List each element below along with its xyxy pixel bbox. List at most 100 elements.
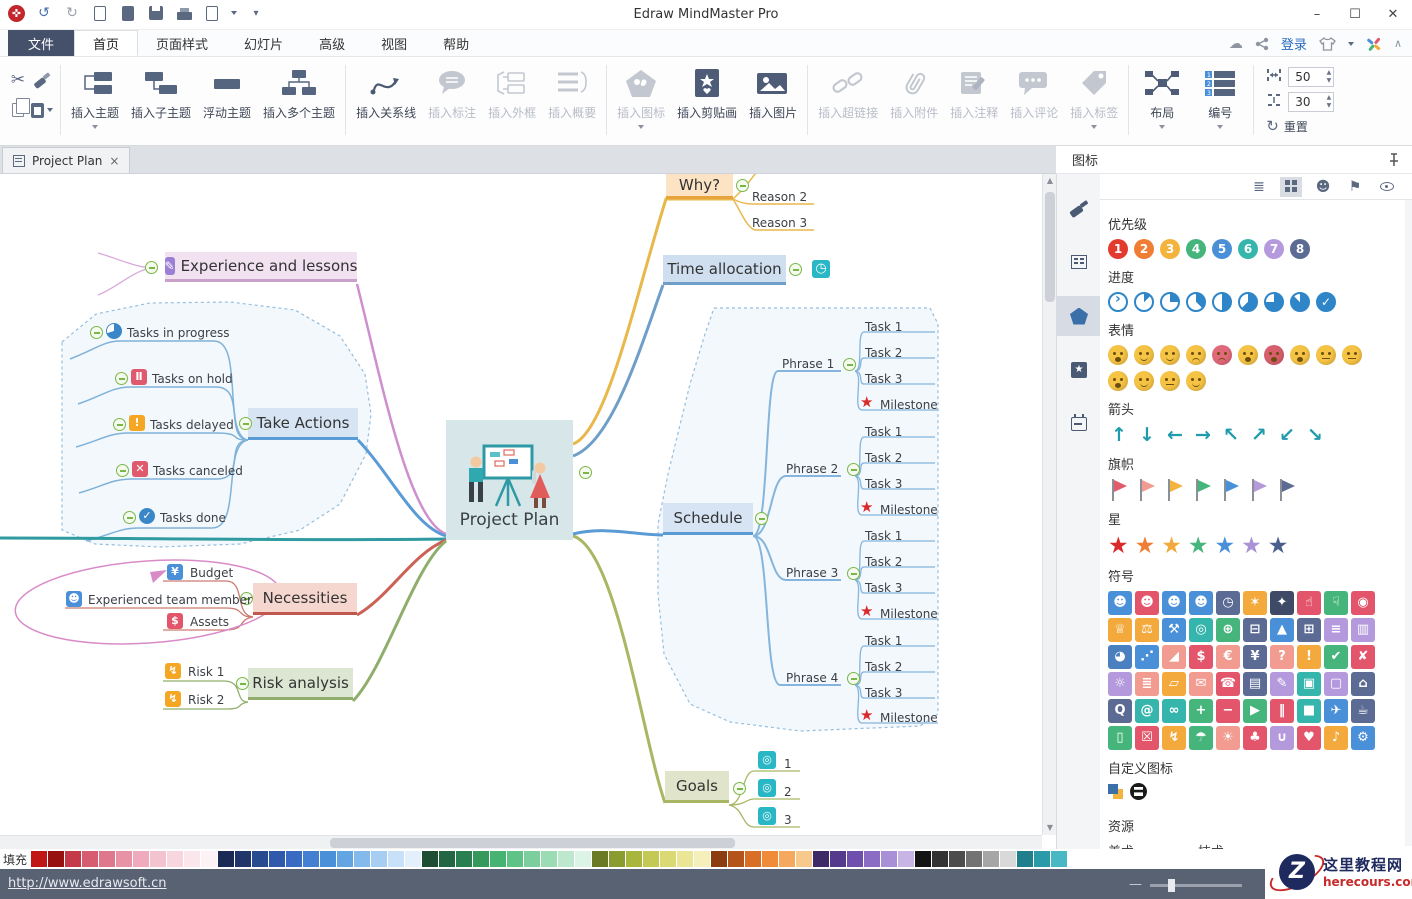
collapse-experience-icon[interactable]: [145, 261, 158, 274]
cloud-icon[interactable]: ☁: [1229, 36, 1243, 52]
fill-swatch[interactable]: [31, 851, 48, 867]
fill-swatch[interactable]: [966, 851, 983, 867]
share-icon[interactable]: [1255, 37, 1269, 51]
collapse-center-icon[interactable]: [579, 466, 592, 479]
fill-swatch[interactable]: [303, 851, 320, 867]
task-label[interactable]: Task 3: [865, 477, 902, 491]
fill-swatch[interactable]: [133, 851, 150, 867]
sun-icon[interactable]: ☀: [1216, 726, 1240, 750]
rain-icon[interactable]: ☂: [1189, 726, 1213, 750]
fill-swatch[interactable]: [371, 851, 388, 867]
icon-panel-button[interactable]: [1057, 296, 1101, 336]
folder-icon[interactable]: ▱: [1162, 672, 1186, 696]
collapse-tasks-canceled-icon[interactable]: [116, 464, 129, 477]
task-label[interactable]: Task 2: [865, 555, 902, 569]
fill-swatch[interactable]: [167, 851, 184, 867]
check-icon[interactable]: ✔: [1324, 645, 1348, 669]
subtopic-phrase2[interactable]: Phrase 2: [786, 462, 838, 476]
fill-swatch[interactable]: [507, 851, 524, 867]
weight-icon[interactable]: ◉: [1351, 591, 1375, 615]
fill-swatch[interactable]: [422, 851, 439, 867]
globe-icon[interactable]: ⊕: [1216, 618, 1240, 642]
phone-icon[interactable]: ☎: [1216, 672, 1240, 696]
insert-tag-dropdown-icon[interactable]: [1091, 125, 1098, 129]
insert-subtopic-button[interactable]: 插入子主题: [125, 61, 197, 143]
tab-help[interactable]: 帮助: [425, 30, 487, 56]
fill-swatch[interactable]: [490, 851, 507, 867]
fill-swatch[interactable]: [728, 851, 745, 867]
team-icon[interactable]: ☻: [1189, 591, 1213, 615]
milestone-label[interactable]: Milestone: [880, 711, 938, 725]
layout-button[interactable]: 布局: [1133, 61, 1191, 143]
subtopic-reason3[interactable]: Reason 3: [752, 216, 807, 230]
outline-panel-button[interactable]: [1057, 242, 1101, 282]
flag-icon[interactable]: [1136, 479, 1158, 501]
arrow-icon[interactable]: ↙: [1276, 424, 1298, 446]
thumb-down-icon[interactable]: ☟: [1324, 591, 1348, 615]
task-label[interactable]: Task 1: [865, 425, 902, 439]
document-tab-project-plan[interactable]: Project Plan ×: [2, 147, 131, 173]
star-icon[interactable]: ★: [1215, 534, 1236, 558]
task-label[interactable]: Task 1: [865, 634, 902, 648]
task-label[interactable]: Task 2: [865, 451, 902, 465]
mail-icon[interactable]: ✉: [1189, 672, 1213, 696]
unlock-icon[interactable]: ▢: [1324, 672, 1348, 696]
subtopic-tasks-delayed[interactable]: Tasks delayed: [150, 418, 234, 432]
fill-swatch[interactable]: [252, 851, 269, 867]
collapse-tasks-delayed-icon[interactable]: [113, 418, 126, 431]
horizontal-spacing-input[interactable]: 50 ▲ ▼: [1288, 67, 1335, 87]
layout-dropdown-icon[interactable]: [1159, 125, 1166, 129]
fill-swatch[interactable]: [405, 851, 422, 867]
numbering-dropdown-icon[interactable]: [1217, 125, 1224, 129]
link-icon[interactable]: ∞: [1162, 699, 1186, 723]
emoji-icon[interactable]: [1342, 345, 1362, 365]
fill-swatch[interactable]: [1051, 851, 1068, 867]
fill-swatch[interactable]: [184, 851, 201, 867]
emoji-icon[interactable]: [1264, 345, 1284, 365]
zoom-out-icon[interactable]: —: [1129, 878, 1142, 891]
fill-swatch[interactable]: [864, 851, 881, 867]
progress-37.5-icon[interactable]: [1186, 292, 1206, 312]
gavel-icon[interactable]: ⚒: [1162, 618, 1186, 642]
arrow-icon[interactable]: ↗: [1248, 424, 1270, 446]
add-tag-icon[interactable]: ⚑: [1344, 177, 1366, 197]
task-label[interactable]: Task 1: [865, 529, 902, 543]
horizontal-scroll-thumb[interactable]: [330, 838, 735, 848]
priority-4-icon[interactable]: 4: [1186, 239, 1206, 259]
pie-chart-icon[interactable]: ◕: [1108, 645, 1132, 669]
subtopic-phrase3[interactable]: Phrase 3: [786, 566, 838, 580]
insert-topic-dropdown-icon[interactable]: [92, 125, 98, 129]
cut-icon[interactable]: ✂: [11, 70, 25, 90]
fill-swatch[interactable]: [320, 851, 337, 867]
subtopic-phrase4[interactable]: Phrase 4: [786, 671, 838, 685]
flag-icon[interactable]: [1220, 479, 1242, 501]
collapse-why-icon[interactable]: [736, 179, 749, 192]
emoji-icon[interactable]: [1160, 345, 1180, 365]
fill-swatch[interactable]: [762, 851, 779, 867]
bomb-icon[interactable]: ✶: [1243, 591, 1267, 615]
subtopic-phrase1[interactable]: Phrase 1: [782, 357, 834, 371]
h-spacing-down-icon[interactable]: ▼: [1327, 77, 1332, 84]
insert-multiple-topics-button[interactable]: 插入多个主题: [257, 61, 341, 143]
arrow-icon[interactable]: ↖: [1220, 424, 1242, 446]
emoji-icon[interactable]: [1108, 345, 1128, 365]
minus-icon[interactable]: −: [1216, 699, 1240, 723]
subtopic-tasks-done[interactable]: Tasks done: [160, 511, 226, 525]
idea-icon[interactable]: ☼: [1108, 672, 1132, 696]
collapse-tasks-on-hold-icon[interactable]: [115, 372, 128, 385]
clock-icon[interactable]: ◷: [812, 260, 830, 278]
fill-swatch[interactable]: [609, 851, 626, 867]
handshake-icon[interactable]: ✦: [1270, 591, 1294, 615]
fill-swatch[interactable]: [983, 851, 1000, 867]
emoji-icon[interactable]: [1134, 371, 1154, 391]
milestone-label[interactable]: Milestone: [880, 503, 938, 517]
add-person-icon[interactable]: ☻: [1312, 177, 1334, 197]
reset-button[interactable]: ↻ 重置: [1266, 117, 1334, 135]
insert-clipart-button[interactable]: 插入剪贴画: [671, 61, 743, 143]
user-outline-icon[interactable]: ☻: [1162, 591, 1186, 615]
exclamation-icon[interactable]: !: [1297, 645, 1321, 669]
fill-swatch[interactable]: [660, 851, 677, 867]
arrow-icon[interactable]: ↑: [1108, 424, 1130, 446]
coffee-icon[interactable]: ☕: [1351, 699, 1375, 723]
insert-hyperlink-button[interactable]: 插入超链接: [812, 61, 884, 143]
